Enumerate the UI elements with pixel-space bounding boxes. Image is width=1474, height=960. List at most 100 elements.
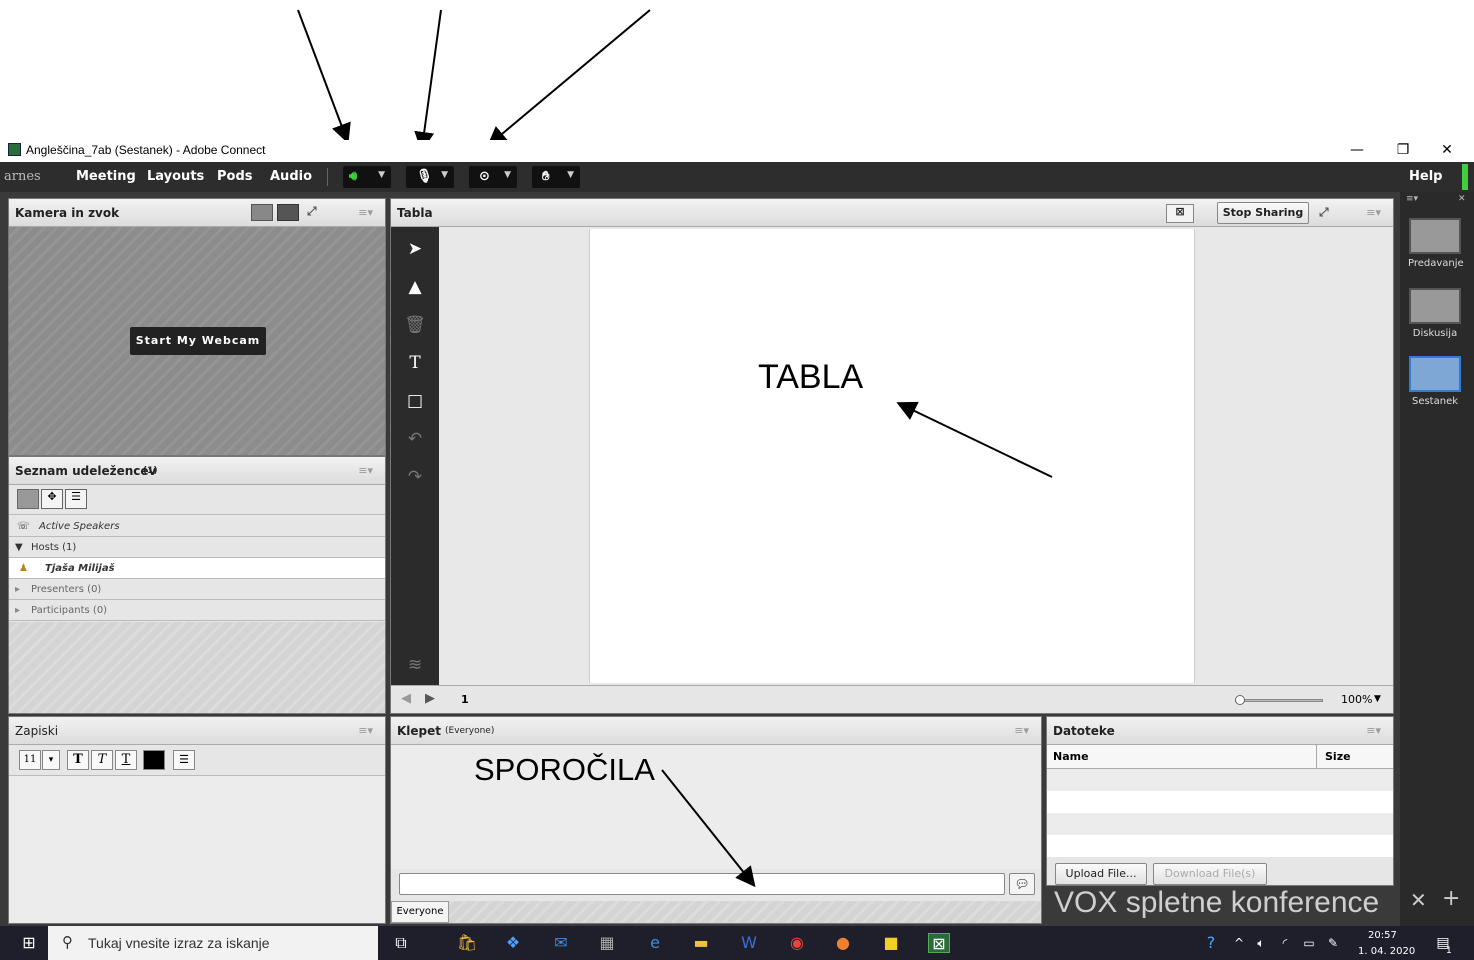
bullet-list-icon[interactable]: ☰ <box>173 750 195 770</box>
delete-icon[interactable]: 🗑︎ <box>391 307 439 343</box>
volume-tray-icon[interactable]: 🔈︎ <box>1250 933 1272 953</box>
manage-layouts-icon[interactable]: ✕ <box>1410 888 1427 912</box>
file-explorer-icon[interactable]: ▬ <box>690 933 712 953</box>
layout-label: Sestanek <box>1411 396 1459 407</box>
calculator-icon[interactable]: ▦ <box>596 933 618 953</box>
download-files-button[interactable]: Download File(s) <box>1153 863 1267 885</box>
marker-tool-icon[interactable]: ▲ <box>391 269 439 305</box>
speaker-button[interactable]: 🔊︎ ▼ <box>343 166 391 188</box>
layout-label: Predavanje <box>1408 258 1464 269</box>
chevron-down-icon[interactable]: ▼ <box>378 170 385 180</box>
layers-icon[interactable]: ≋ <box>391 647 439 683</box>
stop-sharing-button[interactable]: Stop Sharing <box>1217 202 1309 224</box>
clock-date[interactable]: 1. 04. 2020 <box>1358 946 1415 957</box>
firefox-icon[interactable]: ● <box>832 933 854 953</box>
menu-audio[interactable]: Audio <box>270 169 312 184</box>
column-header-name[interactable]: Name <box>1047 745 1317 769</box>
chat-message-input[interactable] <box>399 873 1005 895</box>
add-layout-icon[interactable]: + <box>1442 886 1460 911</box>
clock-time[interactable]: 20:57 <box>1368 930 1397 941</box>
notes-text-area[interactable] <box>9 776 385 923</box>
battery-tray-icon[interactable]: ▭ <box>1298 933 1320 953</box>
raise-hand-button[interactable]: ✋︎ ▼ <box>532 166 580 188</box>
shape-tool-icon[interactable]: □ <box>391 383 439 419</box>
start-webcam-button[interactable]: Start My Webcam <box>130 327 266 355</box>
pod-options-icon[interactable]: ≡▾ <box>1366 206 1381 219</box>
selection-tool-icon[interactable]: ➤ <box>391 231 439 267</box>
share-control-icon[interactable]: ⊠ <box>1166 204 1194 223</box>
font-size-dropdown-icon[interactable]: ▾ <box>42 750 60 770</box>
dropbox-icon[interactable]: ❖ <box>502 933 524 953</box>
pod-options-icon[interactable]: ≡▾ <box>358 206 373 219</box>
wifi-tray-icon[interactable]: ◜ <box>1274 933 1296 953</box>
grid-view-icon[interactable] <box>251 204 273 221</box>
close-icon[interactable]: ✕ <box>1458 194 1466 204</box>
pod-options-icon[interactable]: ≡▾ <box>358 724 373 737</box>
presenters-group-row[interactable]: ▸ Presenters (0) <box>9 579 385 600</box>
menu-meeting[interactable]: Meeting <box>76 169 136 184</box>
layout-diskusija[interactable]: Diskusija <box>1408 288 1462 339</box>
next-page-icon[interactable]: ▶ <box>425 691 435 706</box>
tray-expand-icon[interactable]: ^ <box>1228 933 1250 953</box>
undo-icon[interactable]: ↶ <box>391 421 439 457</box>
chevron-down-icon[interactable]: ▼ <box>504 170 511 180</box>
help-tray-icon[interactable]: ? <box>1200 933 1222 953</box>
pod-title: Zapiski <box>15 724 59 738</box>
redo-icon[interactable]: ↷ <box>391 459 439 495</box>
chevron-down-icon[interactable]: ▼ <box>1374 694 1381 704</box>
zoom-slider-handle[interactable] <box>1235 695 1246 705</box>
bold-icon[interactable]: T <box>67 750 89 770</box>
menu-layouts[interactable]: Layouts <box>147 169 204 184</box>
filmstrip-view-icon[interactable] <box>277 204 299 221</box>
menu-pods[interactable]: Pods <box>217 169 253 184</box>
task-view-icon[interactable]: ⧉ <box>390 933 412 953</box>
zoom-level[interactable]: 100% <box>1341 693 1372 706</box>
windows-start-icon[interactable]: ⊞ <box>18 933 40 953</box>
fullscreen-icon[interactable]: ⤢ <box>307 204 317 219</box>
pod-options-icon[interactable]: ≡▾ <box>1014 724 1029 737</box>
upload-file-button[interactable]: Upload File... <box>1055 863 1147 885</box>
microphone-button[interactable]: 🎙︎ ▼ <box>406 166 454 188</box>
store-icon[interactable]: 🛍︎ <box>456 933 478 953</box>
chevron-down-icon[interactable]: ▼ <box>441 170 448 180</box>
adobe-connect-taskbar-icon[interactable]: ⊠ <box>928 933 950 953</box>
fullscreen-icon[interactable]: ⤢ <box>1319 205 1329 220</box>
text-tool-icon[interactable]: T <box>391 345 439 381</box>
breakout-icon[interactable]: ✥ <box>41 489 63 509</box>
text-color-icon[interactable] <box>143 750 165 770</box>
participants-group-row[interactable]: ▸ Participants (0) <box>9 600 385 621</box>
layout-predavanje[interactable]: Predavanje <box>1408 218 1464 269</box>
previous-page-icon[interactable]: ◀ <box>401 691 411 706</box>
font-size-field[interactable]: 11 <box>19 750 41 770</box>
chevron-down-icon[interactable]: ▼ <box>567 170 574 180</box>
sticky-notes-icon[interactable]: ■ <box>880 933 902 953</box>
webcam-button[interactable]: ⊙ ▼ <box>469 166 517 188</box>
pod-options-icon[interactable]: ≡▾ <box>1366 724 1381 737</box>
hosts-group-row[interactable]: ▼ Hosts (1) <box>9 537 385 558</box>
taskbar-search-box[interactable]: ⚲ Tukaj vnesite izraz za iskanje <box>48 926 378 960</box>
host-attendee-row[interactable]: ♟ Tjaša Milijaš <box>9 558 385 579</box>
pen-tray-icon[interactable]: ✎ <box>1322 933 1344 953</box>
layout-sestanek[interactable]: Sestanek <box>1408 356 1462 407</box>
mail-icon[interactable]: ✉ <box>550 933 572 953</box>
edge-icon[interactable]: e <box>644 933 666 953</box>
attendee-empty-area <box>9 622 385 713</box>
list-view-icon[interactable] <box>17 489 39 509</box>
menu-help[interactable]: Help <box>1409 169 1442 184</box>
word-icon[interactable]: W <box>738 933 760 953</box>
underline-icon[interactable]: T <box>115 750 137 770</box>
close-button[interactable]: ✕ <box>1424 140 1470 162</box>
column-header-size[interactable]: Size <box>1317 745 1393 769</box>
sidebar-options-icon[interactable]: ≡▾ <box>1406 194 1418 204</box>
restore-button[interactable]: ❐ <box>1380 140 1426 162</box>
pod-options-icon[interactable]: ≡▾ <box>358 464 373 477</box>
chrome-icon[interactable]: ◉ <box>786 933 808 953</box>
whiteboard-page[interactable] <box>589 229 1195 683</box>
italic-icon[interactable]: T <box>91 750 113 770</box>
attendee-status-icon[interactable]: ☰ <box>65 489 87 509</box>
zoom-slider[interactable] <box>1235 695 1323 705</box>
send-message-icon[interactable]: 💬︎ <box>1009 873 1035 895</box>
minimize-button[interactable]: — <box>1334 140 1380 162</box>
chat-tab-everyone[interactable]: Everyone <box>391 901 449 923</box>
file-row <box>1047 791 1393 813</box>
